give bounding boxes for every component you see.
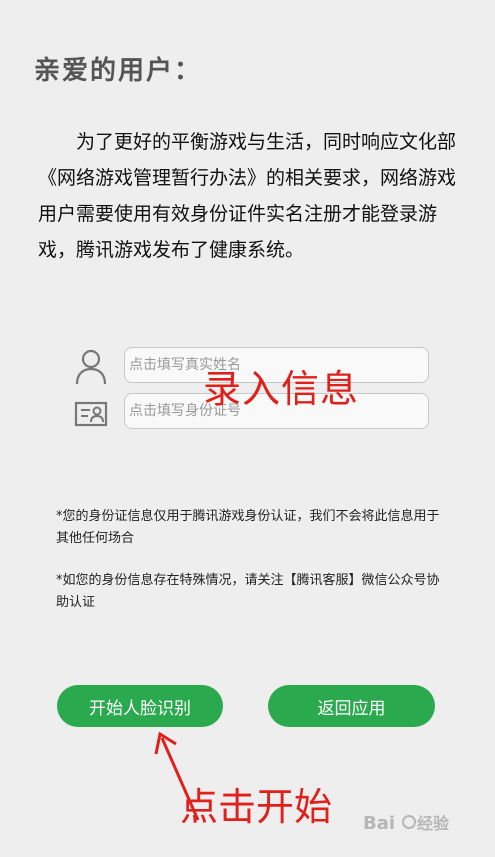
id-number-input[interactable] (124, 393, 429, 429)
start-face-recognition-button[interactable]: 开始人脸识别 (57, 685, 223, 727)
svg-text:经验: 经验 (417, 814, 450, 833)
special-case-notice: *如您的身份信息存在特殊情况，请关注【腾讯客服】微信公众号协助认证 (56, 573, 440, 610)
baidu-jingyan-watermark: Bai 经验 (363, 813, 450, 834)
name-row (70, 347, 432, 387)
back-to-app-button[interactable]: 返回应用 (268, 685, 435, 727)
svg-text:Bai: Bai (363, 813, 395, 834)
greeting-title: 亲爱的用户： (34, 56, 203, 86)
privacy-notice: *您的身份证信息仅用于腾讯游戏身份认证，我们不会将此信息用于其他任何场合 (56, 509, 440, 546)
intro-paragraph: 为了更好的平衡游戏与生活，同时响应文化部《网络游戏管理暂行办法》的相关要求，网络… (38, 131, 457, 261)
id-card-icon (74, 401, 108, 427)
real-name-input[interactable] (124, 347, 429, 383)
idcard-row (70, 393, 432, 433)
arrow-annotation-icon (154, 731, 200, 821)
person-icon (75, 349, 107, 385)
